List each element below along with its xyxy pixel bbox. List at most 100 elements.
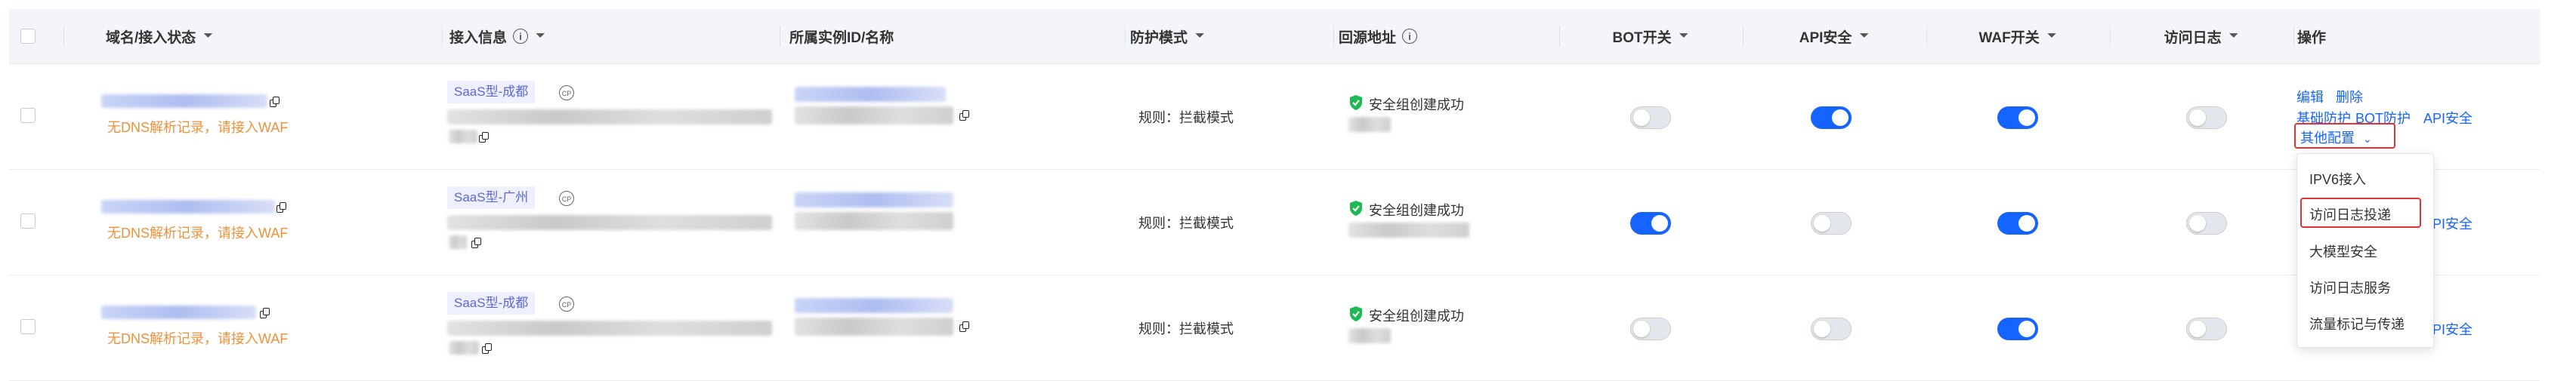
column-separator	[1125, 26, 1126, 47]
dns-status-text: 无DNS解析记录，请接入WAF	[107, 226, 289, 241]
cname-redacted	[447, 321, 772, 336]
filter-icon[interactable]: ⏷	[1859, 29, 1869, 43]
header-ops-label: 操作	[2297, 29, 2327, 46]
filter-icon[interactable]: ⏷	[2047, 29, 2057, 43]
table-header: 域名/接入状态 ⏷ 接入信息 i ⏷ 所属实例ID/名称 防护模式 ⏷ 回源地址…	[9, 9, 2540, 64]
protect-mode-text: 规则：拦截模式	[1138, 216, 1234, 231]
cname-redacted	[449, 341, 479, 355]
domain-name-redacted	[101, 306, 256, 319]
delete-link[interactable]: 删除	[2336, 87, 2363, 106]
copy-icon[interactable]	[471, 238, 481, 248]
origin-status-text: 安全组创建成功	[1369, 97, 1464, 112]
instance-name-redacted	[795, 106, 953, 124]
menu-item-log-service[interactable]: 访问日志服务	[2309, 278, 2391, 297]
filter-icon[interactable]: ⏷	[1679, 29, 1689, 43]
header-log[interactable]: 访问日志 ⏷	[2111, 9, 2292, 63]
table-row: 无DNS解析记录，请接入WAF SaaS型-成都 CP 规则：拦截模式 安全组创…	[9, 275, 2540, 381]
select-all-checkbox[interactable]	[20, 29, 36, 44]
log-toggle[interactable]	[2186, 106, 2227, 129]
cname-redacted	[447, 215, 772, 230]
domain-name-redacted	[101, 94, 267, 108]
bot-toggle[interactable]	[1630, 106, 1671, 129]
cname-icon[interactable]: CP	[559, 85, 574, 100]
column-separator	[2293, 26, 2294, 47]
dns-status-text: 无DNS解析记录，请接入WAF	[107, 120, 289, 135]
api-toggle[interactable]	[1811, 212, 1852, 235]
waf-toggle[interactable]	[1997, 212, 2038, 235]
copy-icon[interactable]	[479, 132, 489, 143]
waf-toggle[interactable]	[1997, 318, 2038, 340]
column-separator	[442, 26, 443, 47]
filter-icon[interactable]: ⏷	[536, 29, 545, 43]
header-domain-label: 域名/接入状态	[106, 29, 196, 46]
origin-ip-redacted	[1348, 328, 1391, 343]
origin-ip-redacted	[1348, 223, 1469, 238]
info-icon[interactable]: i	[513, 29, 529, 44]
copy-icon[interactable]	[276, 202, 286, 213]
header-log-label: 访问日志	[2164, 29, 2222, 46]
table-row: 无DNS解析记录，请接入WAF SaaS型-成都 CP 规则：拦截模式 安全组创…	[9, 64, 2540, 170]
header-api[interactable]: API安全 ⏷	[1744, 9, 1925, 63]
menu-item-llm-security[interactable]: 大模型安全	[2309, 241, 2377, 261]
waf-toggle[interactable]	[1997, 106, 2038, 129]
filter-icon[interactable]: ⏷	[1195, 29, 1205, 43]
header-ops: 操作	[2297, 9, 2326, 63]
api-toggle[interactable]	[1811, 106, 1852, 129]
copy-icon[interactable]	[959, 321, 969, 332]
cname-redacted	[447, 109, 772, 124]
dns-status-text: 无DNS解析记录，请接入WAF	[107, 331, 289, 346]
copy-icon[interactable]	[270, 97, 280, 107]
row-checkbox[interactable]	[20, 108, 36, 123]
menu-item-traffic-marking[interactable]: 流量标记与传递	[2309, 314, 2405, 333]
copy-icon[interactable]	[482, 343, 492, 354]
cname-icon[interactable]: CP	[559, 191, 574, 206]
header-protect[interactable]: 防护模式 ⏷	[1130, 9, 1205, 63]
menu-item-ipv6[interactable]: IPV6接入	[2309, 169, 2366, 189]
filter-icon[interactable]: ⏷	[203, 29, 213, 43]
header-instance: 所属实例ID/名称	[789, 9, 894, 63]
menu-item-log-delivery[interactable]: 访问日志投递	[2309, 204, 2391, 224]
info-icon[interactable]: i	[1402, 29, 1418, 44]
origin-status-text: 安全组创建成功	[1369, 309, 1464, 324]
edit-link[interactable]: 编辑	[2296, 87, 2324, 106]
instance-name-redacted	[795, 212, 953, 230]
copy-icon[interactable]	[959, 110, 969, 121]
instance-name-redacted	[795, 318, 953, 336]
region-tag: SaaS型-成都	[447, 81, 536, 103]
protect-mode-text: 规则：拦截模式	[1138, 321, 1234, 336]
header-protect-label: 防护模式	[1130, 29, 1188, 46]
header-access-label: 接入信息	[449, 29, 508, 46]
instance-id-redacted	[795, 298, 953, 313]
api-toggle[interactable]	[1811, 318, 1852, 340]
api-security-link[interactable]: API安全	[2423, 108, 2473, 128]
header-origin: 回源地址 i	[1339, 9, 1418, 63]
shield-check-icon	[1350, 306, 1362, 321]
header-bot[interactable]: BOT开关 ⏷	[1560, 9, 1741, 63]
domain-name-redacted	[101, 200, 275, 214]
header-bot-label: BOT开关	[1612, 29, 1672, 46]
header-waf[interactable]: WAF开关 ⏷	[1927, 9, 2108, 63]
header-origin-label: 回源地址	[1339, 29, 1397, 46]
bot-toggle[interactable]	[1630, 318, 1671, 340]
log-toggle[interactable]	[2186, 318, 2227, 340]
cname-icon[interactable]: CP	[559, 297, 574, 312]
copy-icon[interactable]	[260, 308, 270, 318]
log-toggle[interactable]	[2186, 212, 2227, 235]
region-tag: SaaS型-成都	[447, 292, 536, 315]
cname-redacted	[449, 130, 477, 143]
domain-table: 域名/接入状态 ⏷ 接入信息 i ⏷ 所属实例ID/名称 防护模式 ⏷ 回源地址…	[9, 9, 2540, 381]
bot-toggle[interactable]	[1630, 212, 1671, 235]
filter-icon[interactable]: ⏷	[2229, 29, 2239, 43]
header-domain[interactable]: 域名/接入状态 ⏷	[106, 9, 213, 63]
shield-check-icon	[1350, 201, 1362, 216]
header-api-label: API安全	[1799, 29, 1852, 46]
header-access[interactable]: 接入信息 i ⏷	[449, 9, 545, 63]
row-checkbox[interactable]	[20, 319, 36, 334]
chevron-down-icon: ⌄	[2363, 133, 2372, 145]
region-tag: SaaS型-广州	[447, 186, 536, 209]
protect-mode-text: 规则：拦截模式	[1138, 110, 1234, 125]
cname-redacted	[449, 235, 467, 249]
more-config-dropdown[interactable]: 其他配置 ⌄	[2300, 128, 2372, 147]
more-config-label: 其他配置	[2300, 131, 2355, 146]
row-checkbox[interactable]	[20, 214, 36, 229]
